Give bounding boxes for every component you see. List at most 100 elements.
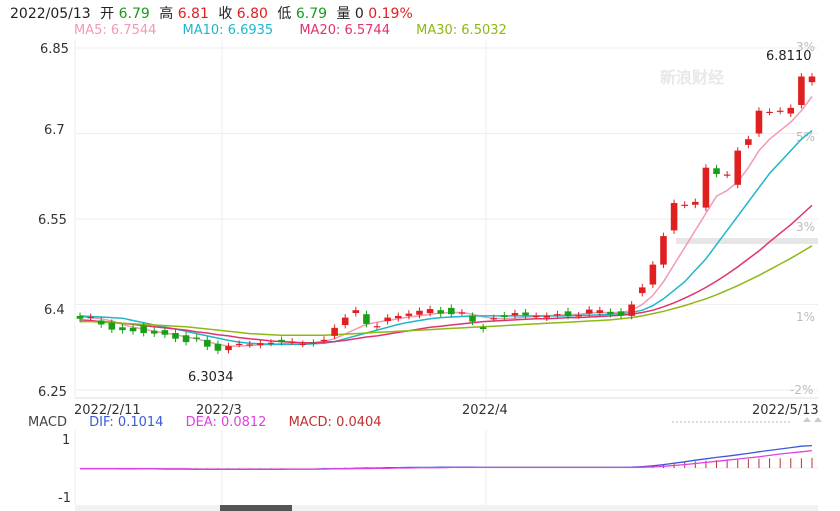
candle-body	[363, 314, 370, 324]
candle-body	[320, 339, 328, 342]
candle-body	[745, 139, 752, 145]
candle-body	[798, 76, 805, 105]
candle-body	[617, 311, 625, 316]
candle-body	[150, 330, 158, 334]
candle-body	[448, 307, 455, 315]
grid-lines	[74, 40, 818, 505]
candle-body	[225, 346, 232, 351]
scrubber-track	[75, 505, 818, 511]
candle-body	[564, 311, 572, 316]
candle-body	[692, 201, 699, 205]
candle-body	[119, 327, 126, 331]
pct-tick-3: 3%	[796, 220, 815, 234]
candle-body	[734, 150, 742, 185]
candle-body	[766, 111, 773, 114]
candle-body	[331, 327, 338, 336]
min-price-label: 6.3034	[188, 370, 234, 385]
candle-body	[278, 339, 285, 343]
candle-body	[267, 342, 275, 344]
candle-body	[585, 309, 593, 314]
candle-body	[288, 341, 296, 343]
candle-body	[97, 320, 105, 325]
candle-body	[490, 318, 498, 320]
candle-body	[76, 315, 84, 319]
candle-body	[628, 304, 635, 316]
candle-body	[87, 317, 94, 319]
candle-body	[755, 110, 763, 134]
y-tick-6.85: 6.85	[40, 42, 69, 57]
candle-body	[246, 344, 254, 346]
candles	[76, 73, 816, 355]
macd-y-tick-neg1: -1	[58, 491, 71, 506]
candle-body	[257, 343, 264, 345]
candle-body	[713, 168, 720, 174]
candle-body	[808, 76, 816, 83]
candle-body	[723, 174, 731, 176]
pct-tick-neg2: -2%	[790, 383, 813, 397]
candle-body	[394, 315, 402, 319]
candle-body	[511, 313, 519, 316]
candle-body	[543, 315, 551, 318]
dea-legend: DEA: 0.0812	[185, 415, 267, 430]
candle-body	[416, 310, 423, 315]
candle-body	[458, 312, 466, 314]
candle-body	[532, 315, 540, 318]
candle-body	[681, 204, 688, 206]
candle-body	[596, 310, 604, 314]
candle-body	[479, 327, 487, 330]
candle-body	[607, 311, 614, 315]
candle-body	[172, 333, 179, 339]
candle-body	[310, 342, 317, 344]
ma20-line	[79, 204, 813, 344]
current-price-band	[676, 238, 818, 244]
candle-body	[384, 317, 391, 322]
candle-body	[660, 236, 667, 265]
y-tick-6.7: 6.7	[44, 123, 65, 138]
candle-body	[670, 203, 678, 231]
candle-body	[437, 310, 444, 314]
candle-body	[182, 335, 190, 343]
candle-body	[787, 107, 795, 114]
candle-body	[352, 310, 360, 314]
candle-body	[341, 317, 349, 326]
macd-value-legend: MACD: 0.0404	[288, 415, 382, 430]
candle-body	[554, 314, 561, 316]
candle-body	[469, 315, 476, 322]
max-price-label: 6.8110	[766, 49, 812, 64]
ma30-line	[80, 245, 813, 337]
candle-body	[776, 110, 784, 112]
macd-panel	[75, 417, 822, 511]
pct-tick-1: 1%	[796, 310, 815, 324]
candle-body	[108, 322, 116, 330]
candle-body	[575, 315, 582, 317]
macd-legend: MACD DIF: 0.1014 DEA: 0.0812 MACD: 0.040…	[28, 415, 400, 430]
candlestick-chart[interactable]: 6.85 6.7 6.55 6.4 6.25 3% 5% 3% 1% -2% 新…	[0, 0, 840, 511]
candle-body	[299, 343, 307, 346]
candle-body	[638, 287, 646, 294]
candle-body	[501, 315, 508, 318]
scrubber-handle	[220, 505, 292, 511]
candle-body	[522, 312, 529, 316]
y-tick-6.25: 6.25	[38, 385, 67, 400]
candle-body	[235, 343, 243, 346]
candle-body	[426, 309, 434, 314]
x-tick-apr: 2022/4	[462, 403, 508, 418]
candle-body	[161, 330, 169, 335]
candle-body	[140, 326, 147, 333]
y-tick-6.4: 6.4	[44, 303, 65, 318]
watermark: 新浪财经	[660, 68, 724, 87]
candle-body	[129, 327, 137, 332]
candle-body	[702, 167, 710, 208]
candle-body	[373, 326, 381, 328]
y-tick-6.55: 6.55	[38, 213, 67, 228]
x-tick-may13: 2022/5/13	[752, 403, 819, 418]
dif-line	[80, 444, 813, 471]
candle-body	[204, 339, 211, 347]
candle-body	[193, 337, 200, 339]
macd-title: MACD	[28, 415, 67, 430]
candle-body	[649, 264, 657, 285]
macd-y-tick-1: 1	[62, 433, 70, 448]
candle-body	[405, 313, 413, 316]
dif-legend: DIF: 0.1014	[89, 415, 164, 430]
candle-body	[214, 343, 222, 351]
